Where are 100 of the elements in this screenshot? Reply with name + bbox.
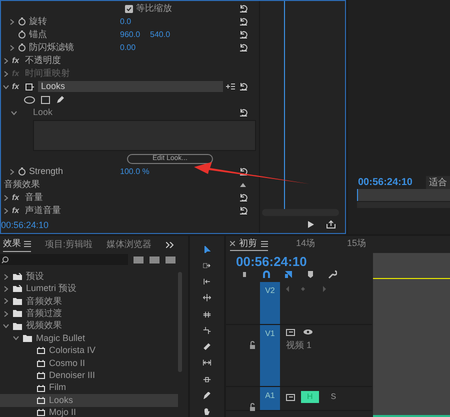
- close-icon[interactable]: [230, 241, 235, 246]
- rolling-edit-icon[interactable]: [202, 294, 212, 302]
- panel-tab[interactable]: 项目:剪辑啦: [45, 238, 93, 252]
- tree-item[interactable]: Magic Bullet: [0, 332, 178, 345]
- sequence-tab[interactable]: 15场: [347, 237, 366, 251]
- track-target[interactable]: A1: [260, 387, 280, 410]
- pen-icon[interactable]: [56, 96, 64, 104]
- sequence-tab[interactable]: 初剪: [230, 236, 268, 252]
- track-target[interactable]: V2: [260, 282, 280, 324]
- ripple-edit-icon[interactable]: [202, 278, 212, 286]
- ellipse-mask-icon[interactable]: [24, 96, 35, 104]
- chevron-down-icon[interactable]: [13, 335, 19, 342]
- reset-icon[interactable]: [239, 17, 248, 26]
- eye-icon[interactable]: [303, 329, 313, 335]
- stopwatch-icon[interactable]: [18, 17, 26, 26]
- tree-item[interactable]: Looks: [0, 394, 178, 407]
- export-icon[interactable]: [326, 220, 336, 229]
- property-value[interactable]: 0.0: [120, 16, 132, 28]
- add-list-icon[interactable]: [226, 83, 235, 90]
- chevron-right-icon[interactable]: [3, 310, 9, 317]
- split-tool-icon[interactable]: [202, 326, 212, 334]
- checkbox[interactable]: [125, 4, 133, 12]
- chevron-right-icon[interactable]: [3, 208, 9, 214]
- chevron-right-icon[interactable]: [9, 18, 15, 24]
- overflow-icon[interactable]: [166, 242, 174, 248]
- rate-stretch-icon[interactable]: [202, 310, 212, 318]
- reset-icon[interactable]: [239, 82, 248, 91]
- rectangle-mask-icon[interactable]: [41, 96, 50, 104]
- property-label: Strength: [29, 164, 64, 178]
- snap-icon[interactable]: [262, 270, 271, 278]
- tree-item[interactable]: Lumetri 预设: [0, 282, 178, 296]
- chevron-right-icon[interactable]: [9, 168, 15, 174]
- film-icon[interactable]: [286, 394, 295, 400]
- preset-folder-icon: [13, 285, 22, 292]
- chevron-right-icon[interactable]: [3, 194, 9, 200]
- slide-tool-icon[interactable]: [202, 376, 212, 383]
- fx-toggle[interactable]: fx: [12, 54, 22, 66]
- hand-icon[interactable]: [202, 408, 212, 416]
- property-value[interactable]: 540.0: [150, 28, 170, 40]
- stopwatch-icon[interactable]: [18, 30, 26, 39]
- linked-selection-icon[interactable]: [284, 270, 293, 278]
- zoom-dropdown[interactable]: 适合: [426, 176, 450, 190]
- timecode: 00:56:24:10: [1, 219, 49, 232]
- menu-icon[interactable]: [261, 240, 268, 246]
- slip-tool-icon[interactable]: [202, 359, 212, 367]
- tree-item[interactable]: 预设: [0, 270, 178, 283]
- panel-tab[interactable]: 效果: [3, 237, 31, 252]
- wrench-icon[interactable]: [328, 270, 337, 278]
- stopwatch-icon[interactable]: [18, 167, 26, 176]
- sequence-tab[interactable]: 14场: [296, 237, 316, 251]
- pen-icon[interactable]: [202, 392, 212, 400]
- property-value[interactable]: 0.00: [120, 42, 136, 54]
- chevron-right-icon[interactable]: [3, 298, 9, 304]
- effect-label[interactable]: 音量: [25, 190, 43, 204]
- chevron-right-icon[interactable]: [3, 70, 9, 76]
- lock-icon[interactable]: [249, 403, 256, 411]
- track-select-icon[interactable]: [202, 262, 212, 270]
- chevron-right-icon[interactable]: [3, 286, 9, 292]
- tree-item[interactable]: 音频效果: [0, 295, 178, 308]
- tree-item[interactable]: Mojo II: [0, 406, 178, 417]
- chevron-right-icon[interactable]: [3, 274, 9, 280]
- chevron-down-icon[interactable]: [3, 323, 9, 330]
- chevron-down-icon[interactable]: [3, 84, 9, 90]
- track-target[interactable]: V1: [260, 325, 280, 386]
- selection-tool-icon[interactable]: [202, 246, 212, 253]
- tree-item[interactable]: Cosmo II: [0, 357, 178, 370]
- reset-icon[interactable]: [239, 108, 248, 117]
- effect-label[interactable]: 不透明度: [25, 54, 61, 68]
- effect-icon: [37, 372, 45, 380]
- tree-item[interactable]: Denoiser III: [0, 369, 178, 382]
- marker-icon[interactable]: [306, 270, 315, 278]
- chevron-right-icon[interactable]: [9, 44, 15, 50]
- chevron-down-icon[interactable]: [11, 110, 17, 116]
- tree-item[interactable]: Film: [0, 382, 178, 394]
- effect-label[interactable]: 声道音量: [25, 204, 61, 218]
- tree-item[interactable]: 音频过渡: [0, 307, 178, 320]
- reset-icon[interactable]: [239, 193, 248, 202]
- razor-icon[interactable]: [202, 343, 212, 350]
- effect-name-bar[interactable]: Looks: [38, 81, 223, 92]
- reset-icon[interactable]: [239, 167, 248, 176]
- lock-icon[interactable]: [249, 341, 256, 349]
- fx-toggle[interactable]: fx: [12, 80, 22, 92]
- chevron-right-icon[interactable]: [3, 58, 9, 64]
- reset-icon[interactable]: [239, 4, 248, 13]
- track-toggle[interactable]: S: [324, 391, 342, 403]
- tree-item[interactable]: Colorista IV: [0, 344, 178, 358]
- fx-toggle[interactable]: fx: [12, 204, 22, 216]
- reset-icon[interactable]: [239, 206, 248, 215]
- panel-tab[interactable]: 媒体浏览器: [106, 238, 152, 252]
- search-field[interactable]: [0, 254, 128, 266]
- tree-item[interactable]: 视频效果: [0, 320, 178, 332]
- reset-icon[interactable]: [239, 30, 248, 39]
- film-icon[interactable]: [286, 329, 295, 336]
- play-audio-icon[interactable]: [307, 220, 316, 229]
- fx-toggle[interactable]: fx: [12, 192, 22, 204]
- stopwatch-icon[interactable]: [18, 43, 26, 52]
- reset-icon[interactable]: [239, 43, 248, 52]
- property-value[interactable]: 100.0 %: [120, 166, 150, 178]
- menu-icon[interactable]: [24, 241, 31, 248]
- property-value[interactable]: 960.0: [120, 28, 140, 40]
